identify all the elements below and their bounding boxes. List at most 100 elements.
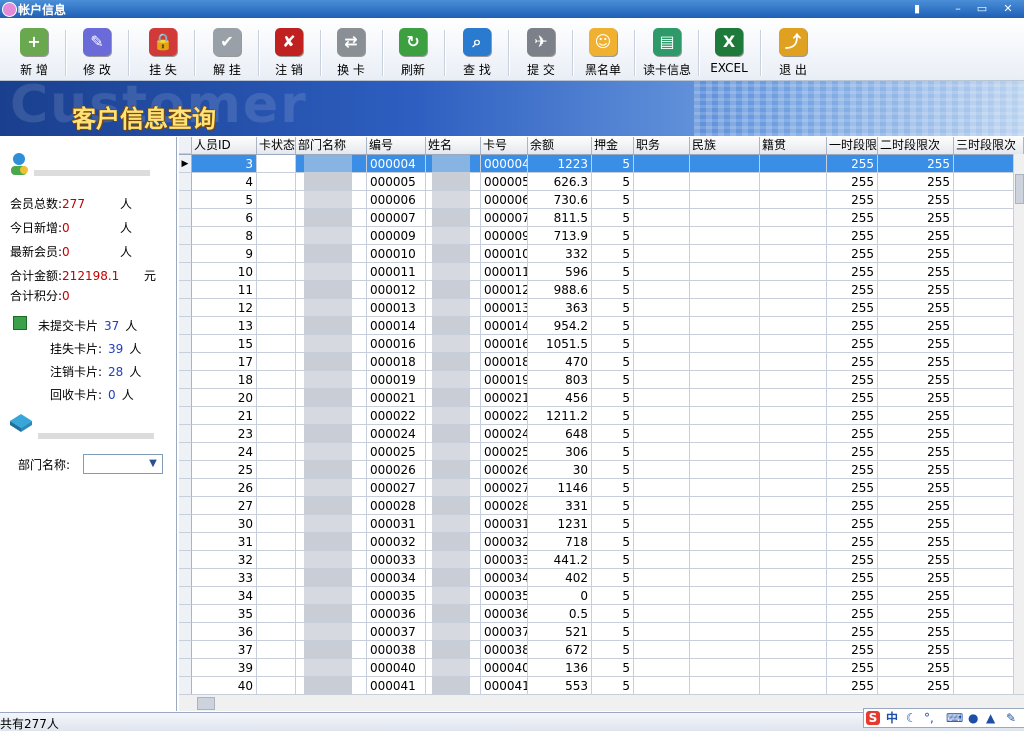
table-cell[interactable]: 255 xyxy=(827,461,878,479)
table-cell[interactable] xyxy=(296,407,367,425)
table-cell[interactable]: 255 xyxy=(827,317,878,335)
toolbar-button-5[interactable]: ⇄ 换 卡 xyxy=(324,28,378,78)
table-row[interactable]: 3600003700003752152552552 xyxy=(179,623,1024,641)
table-cell[interactable]: 000014 xyxy=(481,317,528,335)
table-cell[interactable]: 000033 xyxy=(481,551,528,569)
table-cell[interactable] xyxy=(296,173,367,191)
table-cell[interactable] xyxy=(634,479,690,497)
table-cell[interactable]: 255 xyxy=(878,497,954,515)
table-cell[interactable]: 000009 xyxy=(481,227,528,245)
table-cell[interactable]: 255 xyxy=(827,641,878,659)
table-cell[interactable]: 5 xyxy=(592,173,634,191)
table-cell[interactable] xyxy=(257,677,296,695)
table-cell[interactable]: 15 xyxy=(192,335,257,353)
table-cell[interactable] xyxy=(634,515,690,533)
table-cell[interactable]: 000034 xyxy=(367,569,426,587)
table-row[interactable]: 150000160000161051.552552552 xyxy=(179,335,1024,353)
table-cell[interactable] xyxy=(760,191,827,209)
table-cell[interactable] xyxy=(296,623,367,641)
table-cell[interactable]: 5 xyxy=(592,605,634,623)
table-cell[interactable] xyxy=(257,515,296,533)
table-cell[interactable]: 1146 xyxy=(528,479,592,497)
table-cell[interactable] xyxy=(690,227,760,245)
keyboard-icon[interactable]: ⌨ xyxy=(946,709,963,727)
table-cell[interactable]: 331 xyxy=(528,497,592,515)
table-cell[interactable] xyxy=(426,425,481,443)
table-cell[interactable] xyxy=(760,155,827,173)
wrench-icon[interactable]: ✎ xyxy=(1006,709,1016,727)
table-cell[interactable] xyxy=(690,299,760,317)
table-cell[interactable]: 255 xyxy=(878,479,954,497)
table-cell[interactable]: 27 xyxy=(192,497,257,515)
table-cell[interactable]: 5 xyxy=(592,623,634,641)
table-cell[interactable]: 1211.2 xyxy=(528,407,592,425)
table-cell[interactable]: 8 xyxy=(192,227,257,245)
table-cell[interactable]: 255 xyxy=(878,623,954,641)
table-cell[interactable] xyxy=(426,443,481,461)
table-cell[interactable] xyxy=(426,407,481,425)
table-row[interactable]: 250000260000263052552552 xyxy=(179,461,1024,479)
table-cell[interactable]: 000016 xyxy=(367,335,426,353)
table-cell[interactable] xyxy=(426,587,481,605)
table-cell[interactable]: 672 xyxy=(528,641,592,659)
table-cell[interactable]: 34 xyxy=(192,587,257,605)
table-cell[interactable]: 5 xyxy=(592,245,634,263)
table-cell[interactable]: 255 xyxy=(878,515,954,533)
table-cell[interactable]: 000019 xyxy=(367,371,426,389)
table-cell[interactable]: 000036 xyxy=(481,605,528,623)
table-cell[interactable] xyxy=(257,569,296,587)
table-cell[interactable] xyxy=(760,209,827,227)
row-header[interactable] xyxy=(179,299,192,317)
table-cell[interactable]: 5 xyxy=(592,461,634,479)
table-cell[interactable] xyxy=(690,353,760,371)
table-cell[interactable]: 000026 xyxy=(367,461,426,479)
table-cell[interactable]: 000021 xyxy=(481,389,528,407)
table-row[interactable]: ▶3000004000004122352552552 xyxy=(179,155,1024,173)
table-cell[interactable] xyxy=(760,641,827,659)
column-header[interactable]: 部门名称 xyxy=(296,137,367,154)
table-cell[interactable]: 13 xyxy=(192,317,257,335)
table-cell[interactable]: 000040 xyxy=(367,659,426,677)
table-cell[interactable] xyxy=(634,317,690,335)
table-cell[interactable] xyxy=(634,569,690,587)
row-header[interactable] xyxy=(179,389,192,407)
table-row[interactable]: 8000009000009713.952552552 xyxy=(179,227,1024,245)
table-cell[interactable]: 255 xyxy=(827,263,878,281)
table-cell[interactable]: 20 xyxy=(192,389,257,407)
table-cell[interactable] xyxy=(426,551,481,569)
table-cell[interactable]: 5 xyxy=(592,191,634,209)
table-cell[interactable] xyxy=(690,497,760,515)
table-cell[interactable]: 3 xyxy=(192,155,257,173)
table-cell[interactable] xyxy=(296,587,367,605)
table-cell[interactable] xyxy=(426,299,481,317)
table-cell[interactable] xyxy=(690,659,760,677)
table-cell[interactable]: 255 xyxy=(827,425,878,443)
table-cell[interactable] xyxy=(690,335,760,353)
table-cell[interactable] xyxy=(760,173,827,191)
row-header[interactable] xyxy=(179,281,192,299)
table-cell[interactable] xyxy=(257,317,296,335)
table-cell[interactable] xyxy=(257,605,296,623)
table-cell[interactable]: 363 xyxy=(528,299,592,317)
table-cell[interactable]: 255 xyxy=(878,569,954,587)
table-cell[interactable]: 000041 xyxy=(367,677,426,695)
table-cell[interactable] xyxy=(690,191,760,209)
table-cell[interactable]: 255 xyxy=(827,245,878,263)
table-cell[interactable]: 33 xyxy=(192,569,257,587)
table-cell[interactable] xyxy=(257,533,296,551)
table-cell[interactable] xyxy=(296,515,367,533)
table-cell[interactable] xyxy=(257,245,296,263)
table-cell[interactable]: 306 xyxy=(528,443,592,461)
row-header[interactable] xyxy=(179,173,192,191)
table-cell[interactable]: 255 xyxy=(827,335,878,353)
table-cell[interactable] xyxy=(690,533,760,551)
table-cell[interactable]: 5 xyxy=(592,569,634,587)
table-cell[interactable]: 255 xyxy=(827,551,878,569)
table-cell[interactable]: 255 xyxy=(878,551,954,569)
table-row[interactable]: 1800001900001980352552552 xyxy=(179,371,1024,389)
column-header[interactable]: 籍贯 xyxy=(760,137,827,154)
table-cell[interactable]: 5 xyxy=(592,425,634,443)
table-cell[interactable] xyxy=(296,317,367,335)
table-cell[interactable]: 5 xyxy=(592,641,634,659)
table-row[interactable]: 4000005000005626.352552552 xyxy=(179,173,1024,191)
